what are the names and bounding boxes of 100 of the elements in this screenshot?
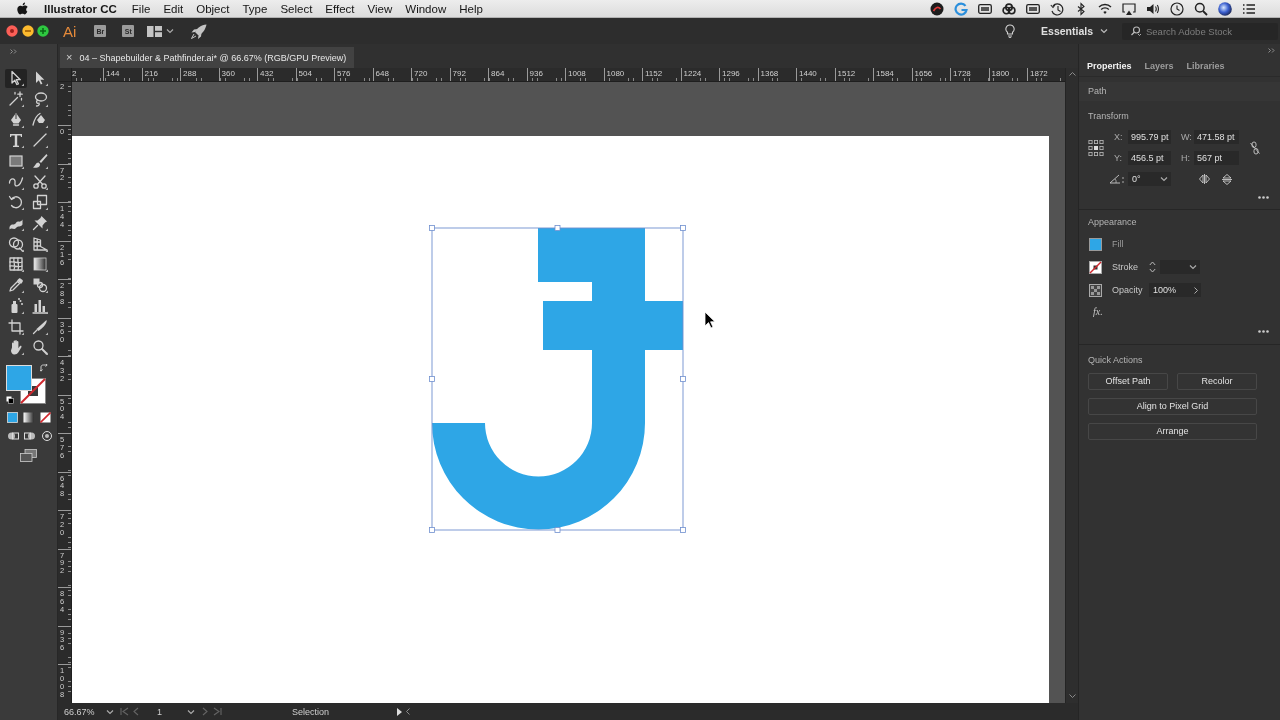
overlapping-windows-icon[interactable] (20, 448, 37, 462)
rings-icon[interactable] (1002, 1, 1016, 16)
effects-button[interactable]: fx. (1093, 306, 1103, 318)
caret-icon[interactable] (187, 708, 195, 715)
more-options-icon[interactable] (1258, 196, 1269, 199)
triangle-icon[interactable] (397, 707, 403, 716)
collapse-icon[interactable] (10, 49, 17, 54)
caret-icon[interactable] (1100, 28, 1108, 34)
minimize-window-icon[interactable] (21, 25, 34, 37)
scroll-up-icon[interactable] (1068, 72, 1076, 76)
menu-item[interactable]: File (131, 2, 151, 15)
more-options-icon[interactable] (1258, 330, 1269, 333)
chain-link-icon[interactable] (1250, 140, 1260, 155)
up-down-chevrons-icon[interactable] (1149, 261, 1156, 273)
quick-action-button[interactable]: Recolor (1177, 373, 1257, 390)
display-icon[interactable] (978, 1, 992, 16)
hand-icon (8, 339, 24, 356)
quick-action-button[interactable]: Align to Pixel Grid (1088, 398, 1257, 415)
caret-icon[interactable] (1189, 264, 1197, 270)
menu-item[interactable]: Edit (163, 2, 184, 15)
menu-item[interactable]: Window (405, 2, 447, 15)
menu-item[interactable]: Select (280, 2, 313, 15)
value-field[interactable]: 471.58 pt (1194, 130, 1239, 144)
round-app-icon[interactable] (930, 1, 944, 16)
caret-icon[interactable] (106, 708, 114, 715)
artboard-dropdown[interactable]: 1 (153, 706, 195, 717)
layout-icon[interactable] (147, 25, 163, 37)
stroke-swatch-icon[interactable] (1089, 260, 1102, 274)
chevron-right-icon[interactable] (1194, 286, 1198, 294)
gradient-swatch-icon[interactable] (23, 411, 34, 423)
value-field[interactable]: 995.79 pt (1128, 130, 1171, 144)
zoom-dropdown[interactable]: 66.67% (64, 706, 114, 717)
scissors-icon (32, 173, 48, 190)
quick-action-button[interactable]: Offset Path (1088, 373, 1168, 390)
ring-dot-icon[interactable] (41, 430, 53, 443)
flip-horizontal-icon[interactable] (1199, 174, 1210, 184)
list-icon[interactable] (1242, 1, 1256, 16)
display-icon[interactable] (1026, 1, 1040, 16)
panel-tab[interactable]: Layers (1144, 61, 1174, 71)
circle-square-icon[interactable] (24, 430, 36, 443)
value-field[interactable]: 567 pt (1194, 151, 1239, 165)
bar-chart-icon (32, 297, 48, 314)
small-squares-icon[interactable] (6, 395, 14, 404)
wifi-icon[interactable] (1098, 1, 1112, 16)
cursor-icon (704, 311, 716, 329)
gradient-square-icon (32, 256, 48, 273)
caret-icon[interactable] (166, 28, 175, 34)
knife-icon (32, 318, 48, 335)
lightbulb-icon[interactable] (1005, 24, 1016, 38)
menu-item[interactable]: View (367, 2, 393, 15)
checkerboard-icon[interactable] (1089, 283, 1102, 297)
clock-arrow-icon[interactable] (1050, 1, 1064, 16)
search-icon[interactable] (1194, 1, 1208, 16)
arrow-icon (8, 70, 24, 87)
clock-icon[interactable] (1170, 1, 1184, 16)
angle-dropdown[interactable]: 0° (1128, 172, 1171, 186)
menu-item[interactable]: Help (459, 2, 483, 15)
close-window-icon[interactable] (6, 25, 18, 37)
app-menu[interactable]: Illustrator CC (44, 2, 117, 15)
scroll-down-icon[interactable] (1068, 694, 1076, 698)
panel-tab[interactable]: Libraries (1186, 61, 1225, 71)
color-swatch-icon[interactable] (7, 411, 18, 423)
menu-item[interactable]: Object (196, 2, 230, 15)
swap-arrow-icon[interactable] (40, 363, 48, 372)
rocket-icon[interactable] (191, 23, 208, 39)
ruler-label: 1512 (837, 69, 857, 78)
square-grid-icon[interactable] (1088, 138, 1104, 157)
circle-square-icon[interactable] (7, 430, 19, 443)
quick-action-button[interactable]: Arrange (1088, 423, 1257, 440)
value-field[interactable]: 456.5 pt (1128, 151, 1171, 165)
opacity-field[interactable]: 100% (1149, 283, 1201, 297)
close-button[interactable]: × (66, 52, 73, 63)
ruler-label: 216 (144, 69, 159, 78)
search-field[interactable]: Search Adobe Stock (1122, 22, 1278, 40)
screen-triangle-icon[interactable] (1122, 1, 1136, 16)
scroll-left-icon[interactable] (406, 708, 411, 715)
maximize-window-icon[interactable] (37, 25, 49, 37)
search-icon[interactable] (1129, 26, 1142, 36)
volume-icon[interactable] (1146, 1, 1160, 16)
rotate-icon (8, 194, 24, 211)
fill-swatch-icon[interactable] (1089, 237, 1102, 251)
menu-item[interactable]: Effect (325, 2, 355, 15)
perspective-grid-icon (32, 235, 48, 252)
panel-tab[interactable]: Properties (1087, 61, 1132, 71)
paintbrush-icon (32, 153, 48, 170)
status-tool-label[interactable]: Selection (292, 706, 330, 717)
tool-button[interactable] (29, 110, 51, 130)
workspace-switcher[interactable]: Essentials (1041, 25, 1108, 37)
menu-item[interactable]: Type (242, 2, 268, 15)
stroke-weight-dropdown[interactable] (1160, 260, 1200, 274)
caret-icon[interactable] (1160, 176, 1168, 182)
tool-button[interactable] (5, 68, 27, 88)
slashed-swatch-icon[interactable] (40, 411, 51, 423)
ruler-label: 144 (106, 69, 121, 78)
g-logo-icon[interactable] (954, 1, 968, 16)
collapse-icon[interactable] (1268, 47, 1275, 53)
orb-icon[interactable] (1218, 1, 1232, 16)
apple-icon[interactable] (17, 2, 28, 15)
flip-vertical-icon[interactable] (1222, 173, 1232, 185)
document-tab[interactable]: × 04 – Shapebuilder & Pathfinder.ai* @ 66.67% (RGB/GPU Preview) (60, 47, 355, 68)
